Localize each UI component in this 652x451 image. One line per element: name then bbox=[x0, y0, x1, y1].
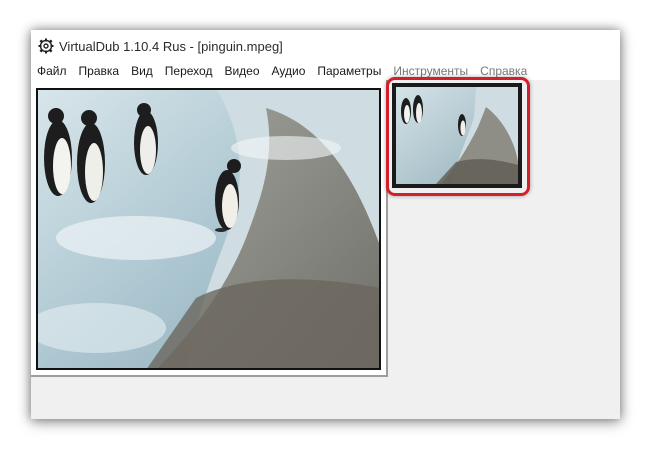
menu-go[interactable]: Переход bbox=[159, 62, 219, 80]
menu-file[interactable]: Файл bbox=[31, 62, 73, 80]
window-title: VirtualDub 1.10.4 Rus - [pinguin.mpeg] bbox=[59, 38, 283, 54]
app-window: VirtualDub 1.10.4 Rus - [pinguin.mpeg] Ф… bbox=[31, 30, 620, 419]
menu-edit[interactable]: Правка bbox=[73, 62, 126, 80]
input-video-pane[interactable] bbox=[31, 80, 388, 377]
virtualdub-app-icon bbox=[37, 37, 55, 55]
menu-options[interactable]: Параметры bbox=[311, 62, 387, 80]
penguins-scene-image bbox=[36, 88, 381, 370]
menu-audio[interactable]: Аудио bbox=[266, 62, 312, 80]
input-video-frame bbox=[36, 88, 381, 370]
menu-video[interactable]: Видео bbox=[218, 62, 265, 80]
menu-view[interactable]: Вид bbox=[125, 62, 159, 80]
title-bar[interactable]: VirtualDub 1.10.4 Rus - [pinguin.mpeg] bbox=[31, 30, 620, 62]
menu-bar: Файл Правка Вид Переход Видео Аудио Пара… bbox=[31, 62, 620, 80]
output-pane-highlight bbox=[386, 77, 530, 196]
